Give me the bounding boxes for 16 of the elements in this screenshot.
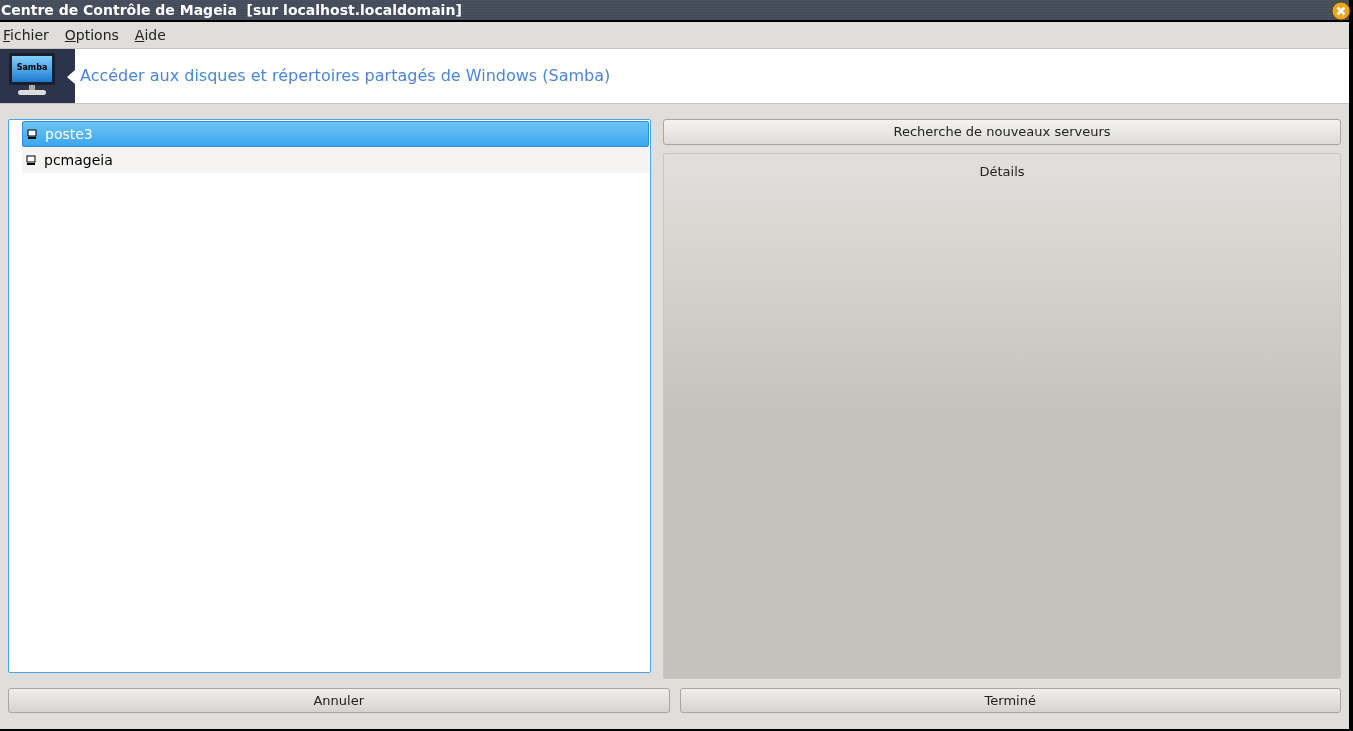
menu-item[interactable]: Options: [64, 24, 119, 46]
dialog-button[interactable]: Annuler: [8, 688, 670, 713]
close-icon[interactable]: [1331, 1, 1351, 21]
server-row[interactable]: pcmageia: [22, 147, 649, 173]
menu-item[interactable]: Fichier: [3, 24, 49, 46]
window-title: Centre de Contrôle de Mageia [sur localhost.localdomain]: [0, 3, 462, 17]
computer-icon: [26, 154, 36, 166]
dialog-button[interactable]: Terminé: [679, 688, 1341, 713]
menu-item[interactable]: Aide: [134, 24, 166, 46]
pointer-notch: [67, 70, 75, 84]
server-name: poste3: [45, 124, 93, 144]
server-name: pcmageia: [44, 150, 113, 170]
details-title: Détails: [979, 163, 1025, 181]
banner-title: Accéder aux disques et répertoires partagés de Windows (Samba): [80, 65, 611, 87]
search-servers-button[interactable]: Recherche de nouveaux serveurs: [663, 119, 1341, 145]
computer-icon: [27, 128, 37, 140]
